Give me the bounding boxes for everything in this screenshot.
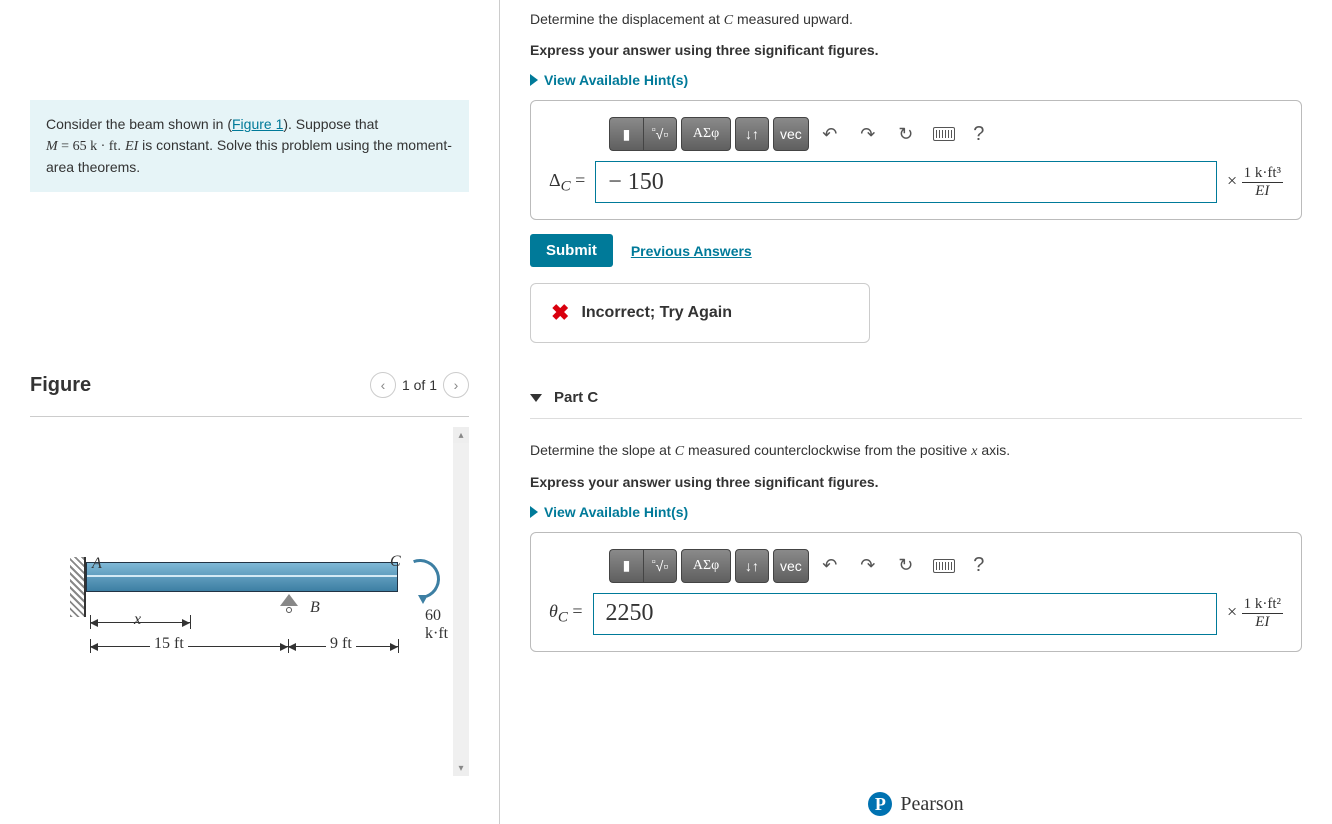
- scroll-down-icon[interactable]: ▾: [453, 760, 469, 776]
- feedback-text: Incorrect; Try Again: [581, 304, 732, 322]
- keyboard-icon: [933, 127, 955, 141]
- partb-answer-input[interactable]: [595, 161, 1217, 203]
- partb-actions: Submit Previous Answers: [530, 234, 1302, 267]
- moment-var: M: [46, 139, 58, 154]
- undo-button[interactable]: ↶: [813, 117, 847, 151]
- vector-button[interactable]: vec: [773, 549, 809, 583]
- keyboard-icon: [933, 559, 955, 573]
- hints-label: View Available Hint(s): [544, 72, 688, 88]
- label-span-bc: 9 ft: [326, 635, 356, 653]
- beam-diagram: A B C 60 k·ft x 15 ft 9 ft: [30, 537, 450, 777]
- partb-variable: ΔC =: [549, 170, 585, 196]
- partc-units: × 1 k·ft²EI: [1227, 596, 1283, 631]
- subscript-button[interactable]: ↓↑: [735, 549, 769, 583]
- keyboard-button[interactable]: [927, 117, 961, 151]
- figure-page-count: 1 of 1: [402, 377, 437, 393]
- roller-support-icon: [280, 594, 298, 612]
- redo-button[interactable]: ↷: [851, 117, 885, 151]
- partc-answer-box: ▮ ▫√▫ ΑΣφ ↓↑ vec ↶ ↷ ↻ ? θC = × 1 k·ft²E…: [530, 532, 1302, 652]
- reset-button[interactable]: ↻: [889, 549, 923, 583]
- partb-feedback: ✖ Incorrect; Try Again: [530, 283, 870, 343]
- partc-question: Determine the slope at C measured counte…: [530, 439, 1302, 463]
- figure-pager: ‹ 1 of 1 ›: [370, 372, 469, 398]
- hints-label: View Available Hint(s): [544, 504, 688, 520]
- partc-variable: θC =: [549, 601, 583, 627]
- label-x: x: [134, 611, 141, 629]
- figure-prev-button[interactable]: ‹: [370, 372, 396, 398]
- redo-button[interactable]: ↷: [851, 549, 885, 583]
- right-panel: Determine the displacement at C measured…: [500, 0, 1332, 824]
- vector-button[interactable]: vec: [773, 117, 809, 151]
- partc-toolbar: ▮ ▫√▫ ΑΣφ ↓↑ vec ↶ ↷ ↻ ?: [609, 549, 1283, 583]
- figure-scrollbar[interactable]: ▴ ▾: [453, 427, 469, 776]
- partb-previous-answers-link[interactable]: Previous Answers: [631, 243, 752, 259]
- left-panel: Consider the beam shown in (Figure 1). S…: [0, 0, 500, 824]
- label-moment: 60 k·ft: [425, 607, 450, 643]
- incorrect-icon: ✖: [551, 300, 569, 326]
- partc-title: Part C: [554, 389, 598, 406]
- figure-link[interactable]: Figure 1: [232, 116, 283, 132]
- pearson-brand: Pearson: [900, 793, 963, 816]
- label-a: A: [92, 555, 102, 573]
- reset-button[interactable]: ↻: [889, 117, 923, 151]
- root-button[interactable]: ▫√▫: [643, 117, 677, 151]
- figure-next-button[interactable]: ›: [443, 372, 469, 398]
- template-button[interactable]: ▮: [609, 549, 643, 583]
- beam-icon: [86, 562, 398, 592]
- partb-answer-box: ▮ ▫√▫ ΑΣφ ↓↑ vec ↶ ↷ ↻ ? ΔC = × 1 k·ft³E…: [530, 100, 1302, 220]
- pearson-logo-icon: P: [868, 792, 892, 816]
- partb-toolbar: ▮ ▫√▫ ΑΣφ ↓↑ vec ↶ ↷ ↻ ?: [609, 117, 1283, 151]
- greek-button[interactable]: ΑΣφ: [681, 549, 731, 583]
- problem-text: Consider the beam shown in (: [46, 116, 232, 132]
- caret-right-icon: [530, 506, 538, 518]
- problem-statement: Consider the beam shown in (Figure 1). S…: [30, 100, 469, 192]
- figure-title: Figure: [30, 374, 91, 397]
- caret-down-icon: [530, 394, 542, 402]
- keyboard-button[interactable]: [927, 549, 961, 583]
- moment-arrow-icon: [418, 595, 428, 604]
- subscript-button[interactable]: ↓↑: [735, 117, 769, 151]
- label-span-ab: 15 ft: [150, 635, 188, 653]
- fixed-support-icon: [70, 557, 86, 617]
- footer: P Pearson: [500, 792, 1332, 816]
- figure-header: Figure ‹ 1 of 1 ›: [30, 372, 469, 408]
- help-button[interactable]: ?: [965, 552, 993, 580]
- undo-button[interactable]: ↶: [813, 549, 847, 583]
- greek-button[interactable]: ΑΣφ: [681, 117, 731, 151]
- partb-submit-button[interactable]: Submit: [530, 234, 613, 267]
- partc-header[interactable]: Part C: [530, 383, 1302, 412]
- partc-instruction: Express your answer using three signific…: [530, 474, 1302, 490]
- template-button[interactable]: ▮: [609, 117, 643, 151]
- label-b: B: [310, 599, 320, 617]
- partb-units: × 1 k·ft³EI: [1227, 165, 1283, 200]
- figure-area: A B C 60 k·ft x 15 ft 9 ft: [30, 416, 469, 786]
- partc-hints-toggle[interactable]: View Available Hint(s): [530, 504, 1302, 520]
- partb-question: Determine the displacement at C measured…: [530, 8, 1302, 32]
- scroll-up-icon[interactable]: ▴: [453, 427, 469, 443]
- partc-answer-input[interactable]: [593, 593, 1217, 635]
- root-button[interactable]: ▫√▫: [643, 549, 677, 583]
- partb-instruction: Express your answer using three signific…: [530, 42, 1302, 58]
- ei-var: EI: [125, 139, 138, 154]
- help-button[interactable]: ?: [965, 120, 993, 148]
- partb-hints-toggle[interactable]: View Available Hint(s): [530, 72, 1302, 88]
- label-c: C: [390, 553, 401, 571]
- caret-right-icon: [530, 74, 538, 86]
